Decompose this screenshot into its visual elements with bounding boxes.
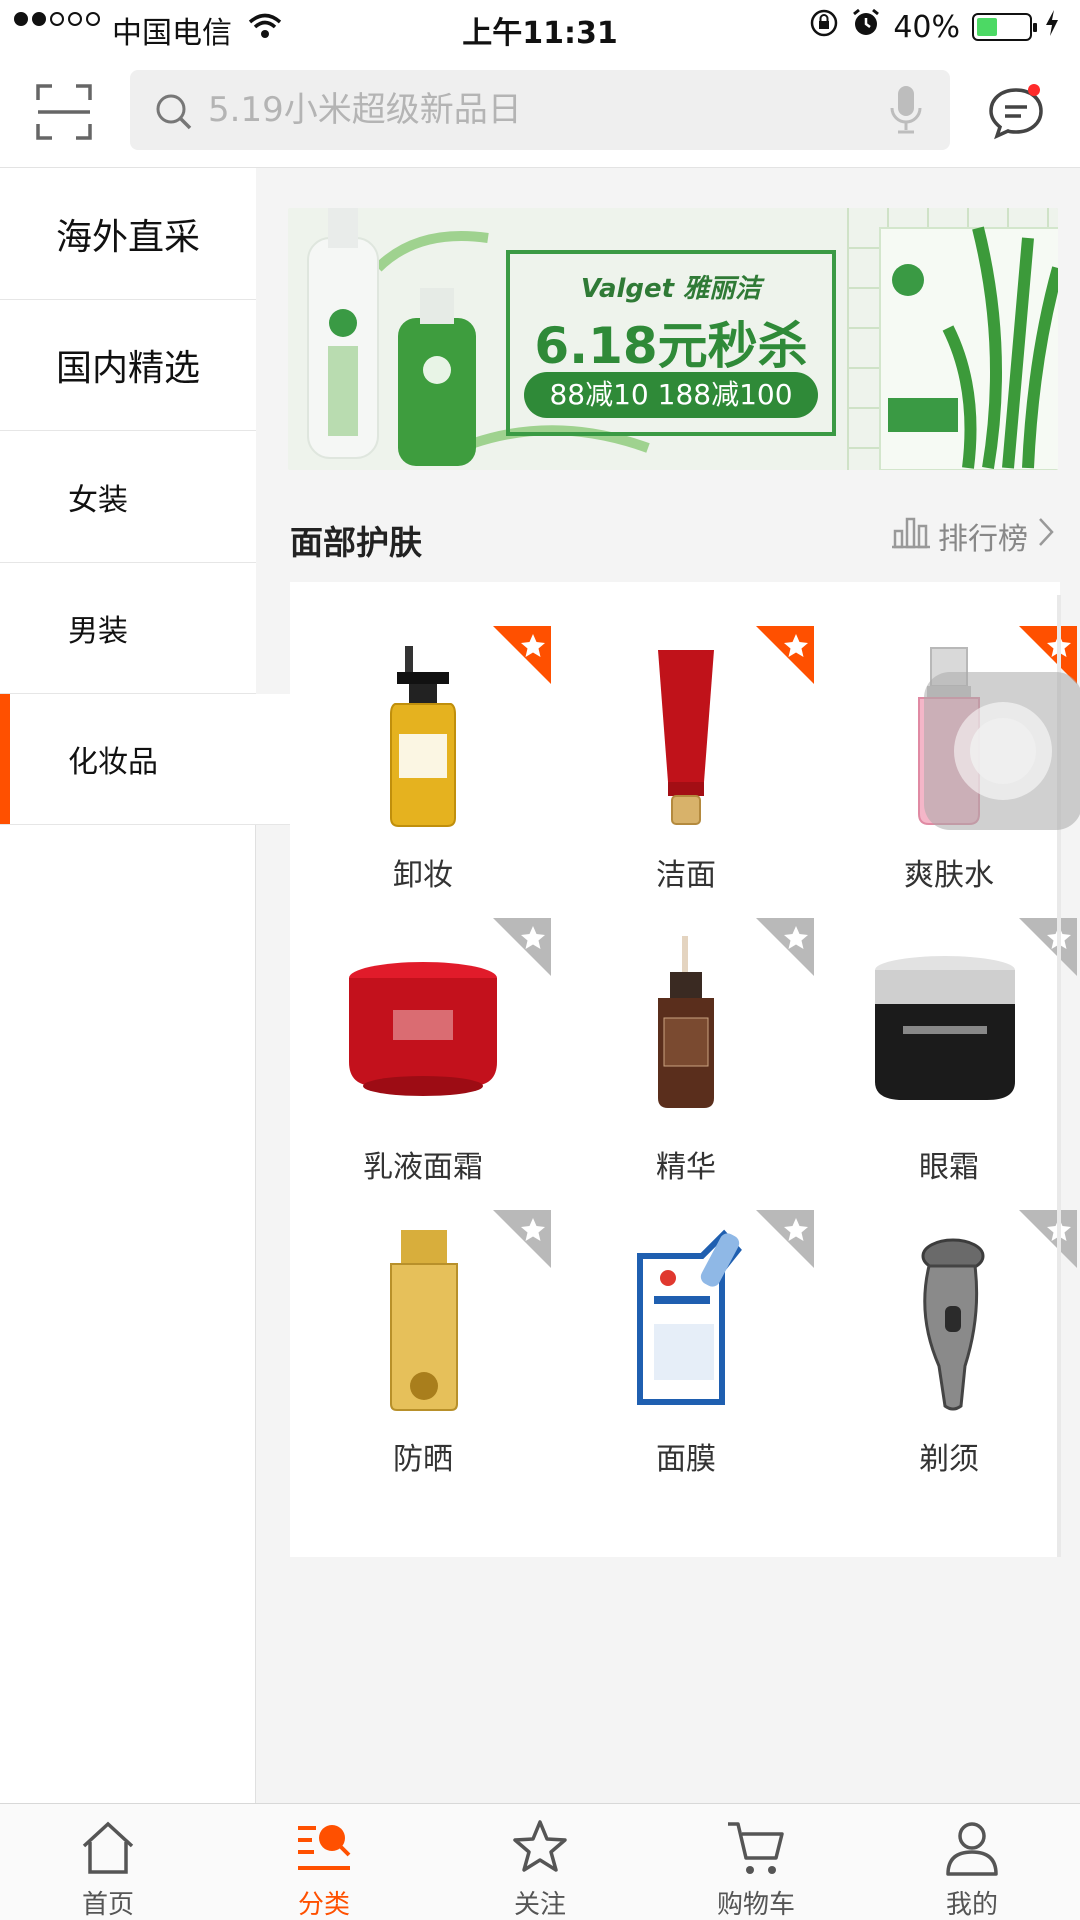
star-icon [1019,918,1077,976]
sidebar-item-domestic[interactable]: 国内精选 [0,300,256,431]
sunscreen-image [390,1230,458,1411]
rotation-lock-icon [809,8,839,46]
category-label: 防晒 [393,1442,453,1477]
tab-category[interactable]: 分类 [216,1804,432,1920]
battery-percent: 40% [893,9,960,45]
ranking-link[interactable]: 排行榜 [892,514,1056,558]
active-indicator [0,694,10,824]
promo-banner[interactable]: Valget 雅丽洁 6.18元秒杀 88减10 188减100 [288,208,1058,470]
face-mask-image [637,1229,742,1405]
star-outline-icon [513,1820,567,1872]
status-bar: 中国电信 上午11:31 40% [0,0,1080,56]
sidebar-item-womens[interactable]: 女装 [0,431,256,563]
sidebar-item-label: 化妆品 [68,745,158,780]
category-label: 眼霜 [919,1150,979,1185]
battery-icon [972,13,1037,41]
top-header [0,56,1080,168]
charging-icon [1044,9,1060,45]
microphone-icon[interactable] [888,84,924,140]
star-icon [493,1210,551,1268]
home-icon [82,1821,134,1874]
search-input[interactable] [208,70,848,150]
tab-cart[interactable]: 购物车 [648,1804,864,1920]
sidebar-item-label: 国内精选 [55,348,200,389]
category-item-cleanser[interactable]: 洁面 [556,612,816,902]
makeup-remover-image [390,646,456,827]
category-item-shaver[interactable]: 剃须 [819,1196,1079,1486]
sidebar-item-label: 男装 [68,614,128,649]
tab-label: 首页 [81,1890,134,1920]
category-item-lotion-cream[interactable]: 乳液面霜 [293,904,553,1194]
bar-chart-icon [892,515,930,557]
tab-label: 关注 [513,1890,566,1920]
category-label: 洁面 [656,858,716,893]
category-label: 剃须 [919,1442,979,1477]
eye-cream-image [875,956,1015,1100]
bottom-tab-bar: 首页 分类 关注 购物车 我的 [0,1803,1080,1920]
assistive-touch-button[interactable] [924,672,1080,830]
alarm-icon [851,8,881,46]
shaver-image [921,1238,985,1411]
search-icon [154,92,194,136]
star-icon [756,1210,814,1268]
category-item-eye-cream[interactable]: 眼霜 [819,904,1079,1194]
star-icon [493,918,551,976]
chevron-right-icon [1036,515,1056,557]
cart-icon [728,1822,784,1874]
category-sidebar: 海外直采 国内精选 女装 男装 化妆品 [0,168,290,1803]
tab-label: 我的 [945,1890,998,1920]
ranking-label: 排行榜 [938,522,1028,557]
category-label: 面膜 [656,1442,716,1477]
serum-image [658,936,714,1108]
cleanser-image [658,650,714,825]
category-item-makeup-remover[interactable]: 卸妆 [293,612,553,902]
banner-headline-frame: Valget 雅丽洁 6.18元秒杀 88减10 188减100 [506,250,836,436]
star-icon [1019,1210,1077,1268]
featured-star-icon [756,626,814,684]
banner-brand: Valget 雅丽洁 [580,274,762,304]
category-label: 爽肤水 [904,858,994,893]
sidebar-item-mens[interactable]: 男装 [0,563,256,694]
banner-headline: 6.18元秒杀 [534,317,808,375]
sidebar-item-label: 海外直采 [55,216,200,258]
tab-label: 购物车 [716,1890,795,1920]
category-item-face-mask[interactable]: 面膜 [556,1196,816,1486]
category-screen: 中国电信 上午11:31 40% 5.19小米超级新品日 海外直采 国内精选 女… [0,0,1080,1920]
category-label: 精华 [656,1150,716,1185]
user-icon [946,1822,998,1876]
scan-icon[interactable] [36,84,92,140]
tab-follow[interactable]: 关注 [432,1804,648,1920]
featured-star-icon [493,626,551,684]
tab-me[interactable]: 我的 [864,1804,1080,1920]
tab-home[interactable]: 首页 [0,1804,216,1920]
sidebar-item-cosmetics[interactable]: 化妆品 [0,694,290,825]
section-title: 面部护肤 [290,523,422,562]
sidebar-item-overseas[interactable]: 海外直采 [0,168,256,300]
category-search-icon [298,1825,351,1870]
category-item-serum[interactable]: 精华 [556,904,816,1194]
search-bar[interactable] [130,70,950,150]
banner-promo: 88减10 188减100 [524,372,818,418]
message-icon[interactable] [986,82,1046,142]
category-item-sunscreen[interactable]: 防晒 [293,1196,553,1486]
category-label: 卸妆 [393,858,453,893]
category-label: 乳液面霜 [363,1150,483,1185]
tab-label: 分类 [297,1890,350,1920]
star-icon [756,918,814,976]
sidebar-item-label: 女装 [68,482,128,518]
